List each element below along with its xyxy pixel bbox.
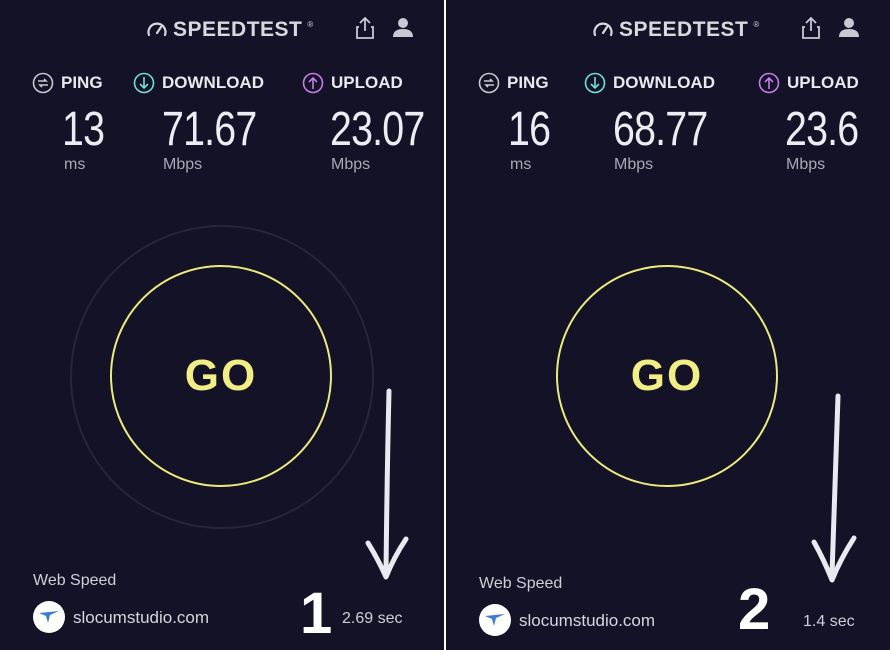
upload-metric: UPLOAD 23.07 Mbps <box>302 72 444 173</box>
trademark: ® <box>753 19 760 29</box>
speedtest-logo: SPEEDTEST ® <box>591 18 760 42</box>
bird-logo-icon <box>39 611 59 623</box>
web-speed-label: Web Speed <box>479 575 563 592</box>
go-button[interactable]: GO <box>110 265 332 487</box>
upload-icon <box>302 72 324 94</box>
bird-logo-icon <box>485 614 505 626</box>
speedtest-screen-2: SPEEDTEST ® PING 16 ms DOWNLOAD 68.77 Mb… <box>446 0 890 650</box>
site-name: slocumstudio.com <box>519 611 656 630</box>
upload-icon <box>758 72 780 94</box>
ping-value: 13 <box>62 103 105 156</box>
download-metric: DOWNLOAD 71.67 Mbps <box>133 72 293 173</box>
web-speed-time: 2.69 sec <box>342 610 403 627</box>
upload-metric: UPLOAD 23.6 Mbps <box>758 72 890 173</box>
ping-value: 16 <box>508 103 551 156</box>
ping-label: PING <box>61 73 103 92</box>
speedtest-logo: SPEEDTEST ® <box>145 18 314 42</box>
ping-unit: ms <box>64 156 86 173</box>
download-value: 71.67 <box>162 103 257 156</box>
upload-value: 23.6 <box>785 103 859 156</box>
speedtest-screen-1: SPEEDTEST ® PING 13 ms DOWNLOAD 71.67 Mb… <box>0 0 444 650</box>
comparison-image: SPEEDTEST ® PING 13 ms DOWNLOAD 71.67 Mb… <box>0 0 890 650</box>
share-icon[interactable] <box>800 16 822 40</box>
upload-label: UPLOAD <box>331 73 403 92</box>
go-label: GO <box>184 351 258 400</box>
download-unit: Mbps <box>163 156 203 173</box>
go-button[interactable]: GO <box>556 265 778 487</box>
site-name: slocumstudio.com <box>73 608 210 627</box>
down-arrow-icon <box>365 388 409 580</box>
screenshot-number: 2 <box>738 577 771 642</box>
brand-name: SPEEDTEST <box>619 18 749 41</box>
download-label: DOWNLOAD <box>162 73 264 92</box>
ping-unit: ms <box>510 156 532 173</box>
download-value: 68.77 <box>613 103 708 156</box>
speedometer-icon <box>147 22 167 37</box>
profile-icon[interactable] <box>838 16 860 40</box>
profile-icon[interactable] <box>392 16 414 40</box>
site-logo <box>479 604 511 636</box>
upload-label: UPLOAD <box>787 73 859 92</box>
download-unit: Mbps <box>614 156 654 173</box>
ping-icon <box>32 72 54 94</box>
upload-unit: Mbps <box>331 156 371 173</box>
download-icon <box>584 72 606 94</box>
ping-label: PING <box>507 73 549 92</box>
web-speed-label: Web Speed <box>33 572 117 589</box>
go-label: GO <box>630 351 704 400</box>
download-metric: DOWNLOAD 68.77 Mbps <box>584 72 744 173</box>
share-icon[interactable] <box>354 16 376 40</box>
download-icon <box>133 72 155 94</box>
upload-value: 23.07 <box>330 103 425 156</box>
ping-icon <box>478 72 500 94</box>
upload-unit: Mbps <box>786 156 826 173</box>
site-logo <box>33 601 65 633</box>
web-speed-time: 1.4 sec <box>803 613 855 630</box>
trademark: ® <box>307 19 314 29</box>
screenshot-number: 1 <box>300 581 333 646</box>
download-label: DOWNLOAD <box>613 73 715 92</box>
speedometer-icon <box>593 22 613 37</box>
down-arrow-icon <box>811 393 857 583</box>
brand-name: SPEEDTEST <box>173 18 303 41</box>
